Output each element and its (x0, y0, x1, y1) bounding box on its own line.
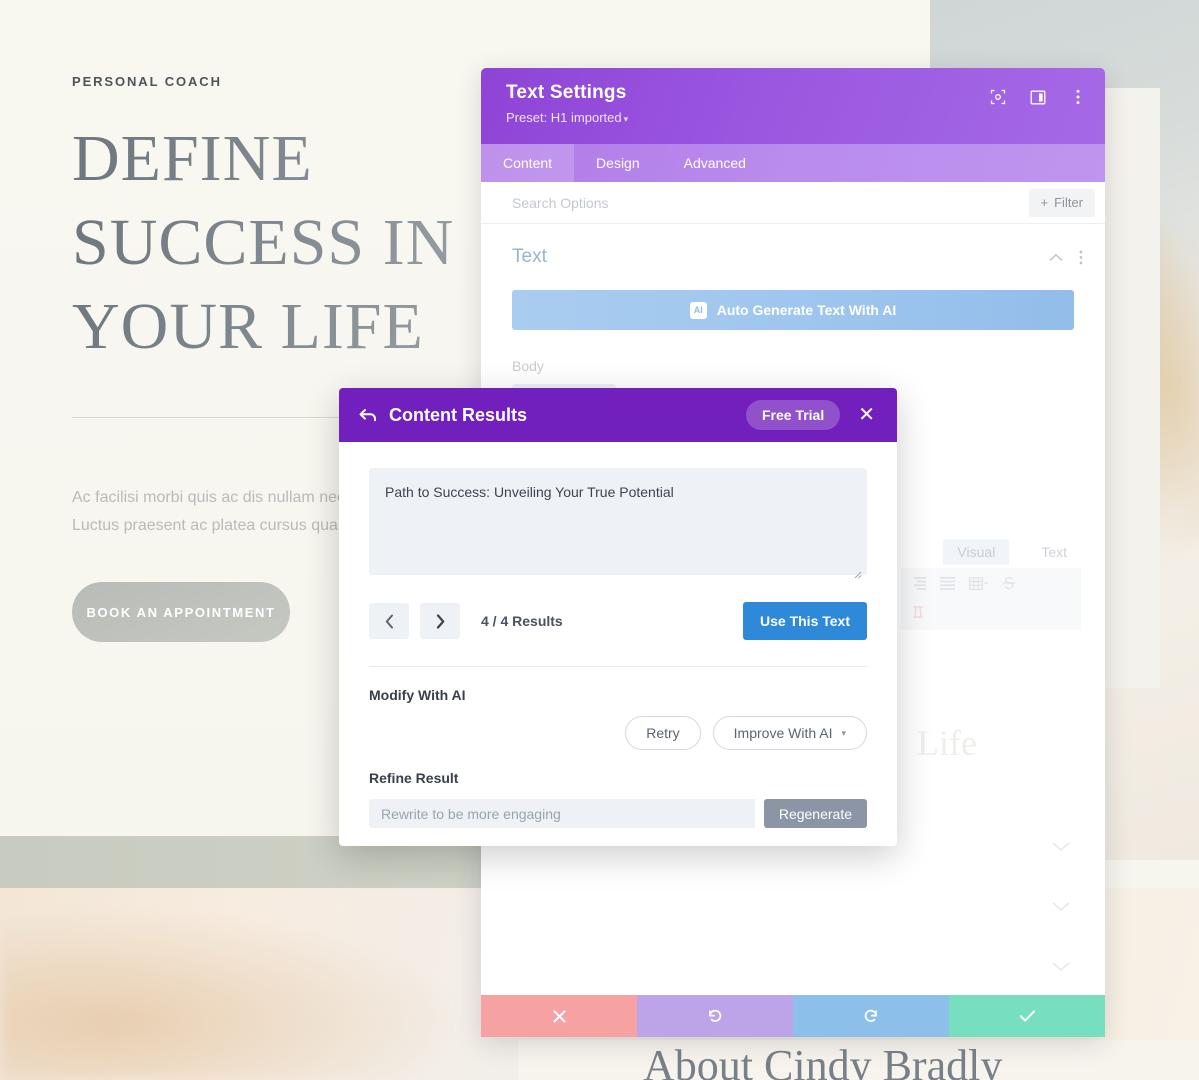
section-more-vertical-icon[interactable] (1079, 250, 1083, 265)
about-heading: About Cindy Bradly (643, 1041, 1003, 1080)
refine-result-label: Refine Result (369, 770, 459, 786)
modify-with-ai-label: Modify With AI (369, 687, 466, 703)
chevron-left-icon (385, 614, 393, 628)
chevron-down-icon: ▾ (623, 114, 629, 124)
content-results-dialog: Content Results Free Trial ✕ 4 / 4 Resul… (339, 388, 897, 846)
modify-actions: Retry Improve With AI ▾ (369, 716, 867, 750)
content-results-header: Content Results Free Trial ✕ (339, 388, 897, 442)
undo-icon (709, 1009, 722, 1022)
strikethrough-icon[interactable] (1002, 576, 1016, 595)
text-section-header: Text (481, 224, 1105, 268)
chevron-down-icon: ▾ (841, 727, 846, 738)
improve-with-ai-button[interactable]: Improve With AI ▾ (712, 716, 867, 750)
focus-target-icon[interactable] (989, 88, 1007, 106)
collapsed-section-chevron-1[interactable] (1051, 839, 1081, 857)
settings-tabs: Content Design Advanced (481, 144, 1105, 182)
close-dialog-button[interactable]: ✕ (854, 403, 879, 427)
refine-row: Regenerate (369, 799, 867, 828)
text-settings-header: Text Settings Preset: H1 imported ▾ (481, 68, 1105, 144)
collapsed-section-chevron-3[interactable] (1051, 959, 1081, 977)
redo-button[interactable] (793, 995, 949, 1037)
editor-toolbar (901, 568, 1081, 630)
back-arrow-icon[interactable] (359, 408, 377, 422)
ai-badge-icon: AI (689, 301, 707, 319)
table-icon[interactable] (969, 576, 988, 595)
regenerate-button[interactable]: Regenerate (763, 799, 867, 828)
auto-generate-text-with-ai-button[interactable]: AI Auto Generate Text With AI (512, 290, 1074, 330)
close-icon (553, 1010, 565, 1022)
editor-ghost-text: Life (917, 723, 977, 763)
results-navigation: 4 / 4 Results Use This Text (369, 602, 867, 640)
undo-button[interactable] (637, 995, 793, 1037)
chevron-up-icon[interactable] (1049, 253, 1063, 262)
improve-label: Improve With AI (733, 725, 833, 741)
settings-header-icons (989, 88, 1087, 106)
screen-root: PERSONAL COACH DEFINE SUCCESS IN YOUR LI… (0, 0, 1199, 1080)
result-text-input[interactable] (369, 468, 867, 575)
free-trial-badge[interactable]: Free Trial (745, 400, 841, 430)
body-field-label: Body (512, 358, 544, 374)
check-icon (1019, 1010, 1035, 1022)
more-vertical-icon[interactable] (1069, 88, 1087, 106)
book-appointment-button[interactable]: BOOK AN APPOINTMENT (72, 582, 290, 642)
result-textarea-wrapper (369, 468, 867, 580)
filter-button[interactable]: + Filter (1028, 188, 1095, 217)
content-results-title: Content Results (389, 404, 528, 425)
previous-result-button[interactable] (369, 603, 409, 639)
save-changes-button[interactable] (949, 995, 1105, 1037)
chevron-right-icon (436, 613, 444, 629)
editor-tab-visual[interactable]: Visual (943, 539, 1010, 565)
filter-label: Filter (1054, 195, 1083, 210)
retry-label: Retry (646, 725, 680, 741)
auto-generate-label: Auto Generate Text With AI (716, 302, 897, 318)
layout-panel-icon[interactable] (1029, 88, 1047, 106)
hero-heading: DEFINE SUCCESS IN YOUR LIFE (72, 117, 502, 369)
tab-advanced[interactable]: Advanced (662, 144, 768, 182)
content-results-body: 4 / 4 Results Use This Text Modify With … (339, 442, 897, 846)
settings-search-bar: Search Options + Filter (481, 182, 1105, 224)
hero-eyebrow: PERSONAL COACH (72, 74, 222, 89)
editor-tab-text[interactable]: Text (1027, 539, 1081, 565)
settings-preset-label: Preset: H1 imported (506, 110, 622, 125)
tab-content[interactable]: Content (481, 144, 575, 182)
editor-tabs: Visual Text (943, 539, 1081, 565)
dialog-divider (369, 666, 867, 667)
use-this-text-button[interactable]: Use This Text (743, 602, 867, 640)
clear-formatting-icon[interactable] (911, 605, 925, 624)
refine-input[interactable] (369, 799, 755, 828)
align-right-icon[interactable] (911, 576, 926, 595)
search-options-input[interactable]: Search Options (512, 195, 1029, 211)
plus-icon: + (1040, 195, 1049, 210)
tab-design[interactable]: Design (574, 144, 662, 182)
discard-changes-button[interactable] (481, 995, 637, 1037)
retry-button[interactable]: Retry (625, 716, 701, 750)
results-counter: 4 / 4 Results (481, 613, 563, 629)
settings-preset[interactable]: Preset: H1 imported ▾ (506, 110, 1083, 125)
align-justify-icon[interactable] (940, 576, 955, 595)
collapsed-section-chevron-2[interactable] (1051, 899, 1081, 917)
next-result-button[interactable] (420, 603, 460, 639)
settings-footer-actions (481, 995, 1105, 1037)
redo-icon (864, 1009, 877, 1022)
text-section-title: Text (512, 246, 547, 267)
